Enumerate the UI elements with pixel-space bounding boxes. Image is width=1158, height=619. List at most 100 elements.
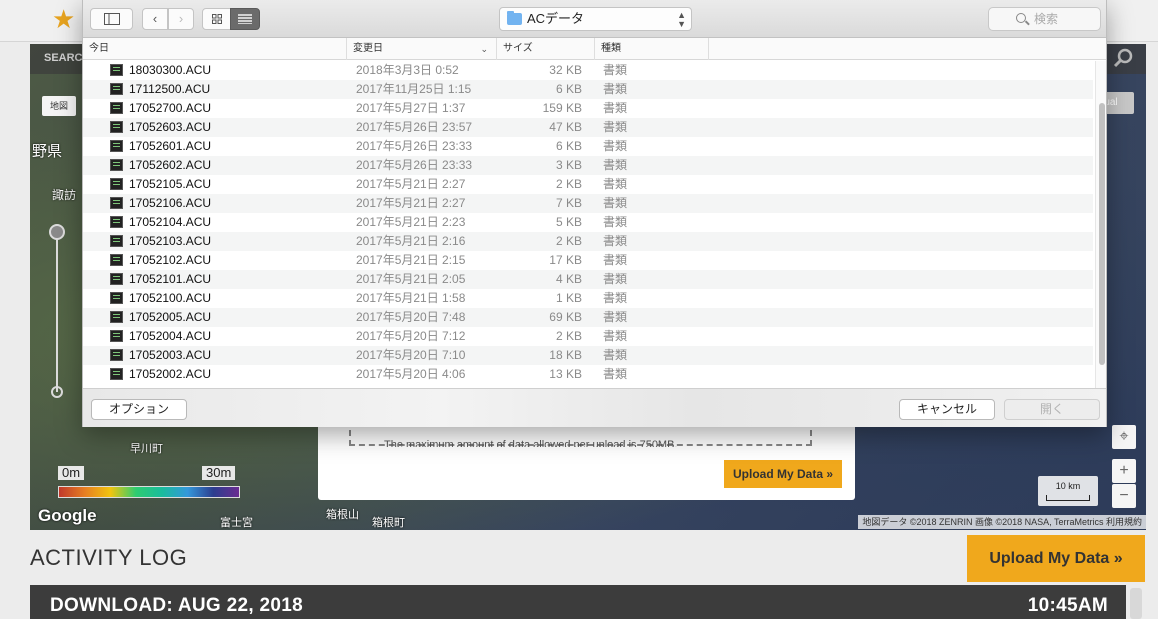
download-row[interactable]: DOWNLOAD: AUG 22, 2018 10:45AM: [30, 585, 1126, 619]
back-button[interactable]: ‹: [142, 8, 168, 30]
file-kind: 書類: [603, 310, 628, 324]
file-row[interactable]: 17052102.ACU 2017年5月21日 2:15 17 KB 書類: [83, 251, 1093, 270]
file-size: 17 KB: [549, 253, 582, 267]
file-name: 17052002.ACU: [129, 367, 212, 381]
open-button[interactable]: 開く: [1004, 399, 1100, 420]
chevron-left-icon: ‹: [152, 11, 158, 26]
map-zoom-handle[interactable]: [49, 224, 65, 240]
map-scale-label: 10 km: [1055, 481, 1081, 491]
search-placeholder: 検索: [1034, 12, 1059, 26]
document-icon: [110, 140, 123, 152]
file-row[interactable]: 17052002.ACU 2017年5月20日 4:06 13 KB 書類: [83, 365, 1093, 384]
file-name: 17052106.ACU: [129, 196, 212, 210]
file-name: 18030300.ACU: [129, 63, 212, 77]
file-modified-date: 2017年5月21日 2:05: [356, 272, 466, 286]
file-size: 2 KB: [555, 234, 582, 248]
file-modified-date: 2017年5月21日 2:27: [356, 177, 466, 191]
map-type-button[interactable]: 地図: [42, 96, 76, 116]
document-icon: [110, 121, 123, 133]
file-open-dialog: ‹ › ACデータ ▲ ▼ 検索 今日 変更日 ⌄ サイズ 種類 1803030…: [82, 0, 1107, 427]
file-rows: 18030300.ACU 2018年3月3日 0:52 32 KB 書類 1711250…: [83, 61, 1093, 384]
forward-button[interactable]: ›: [168, 8, 194, 30]
zoom-out-button[interactable]: −: [1112, 484, 1136, 508]
file-name: 17052602.ACU: [129, 158, 212, 172]
location-popup[interactable]: ACデータ ▲ ▼: [499, 7, 692, 31]
map-attribution: 地図データ ©2018 ZENRIN 画像 ©2018 NASA, TerraM…: [858, 515, 1146, 529]
column-header-name[interactable]: 今日: [83, 38, 347, 60]
file-row[interactable]: 17052003.ACU 2017年5月20日 7:10 18 KB 書類: [83, 346, 1093, 365]
file-row[interactable]: 17052601.ACU 2017年5月26日 23:33 6 KB 書類: [83, 137, 1093, 156]
page-scrollbar[interactable]: [1130, 588, 1142, 619]
download-time: 10:45AM: [1027, 595, 1108, 616]
map-place-label: 諏訪: [52, 188, 77, 202]
file-size: 13 KB: [549, 367, 582, 381]
file-kind: 書類: [603, 367, 628, 381]
file-kind: 書類: [603, 139, 628, 153]
file-name: 17112500.ACU: [129, 82, 211, 96]
file-modified-date: 2018年3月3日 0:52: [356, 63, 459, 77]
file-row[interactable]: 17052105.ACU 2017年5月21日 2:27 2 KB 書類: [83, 175, 1093, 194]
column-header-modified[interactable]: 変更日 ⌄: [347, 38, 497, 60]
file-list[interactable]: 今日 変更日 ⌄ サイズ 種類 18030300.ACU 2018年3月3日 0:…: [83, 38, 1106, 388]
upload-note: The maximum amount of data allowed per u…: [384, 439, 678, 447]
file-row[interactable]: 17052106.ACU 2017年5月21日 2:27 7 KB 書類: [83, 194, 1093, 213]
search-input[interactable]: 検索: [988, 7, 1101, 31]
file-kind: 書類: [603, 272, 628, 286]
file-name: 17052003.ACU: [129, 348, 212, 362]
file-row[interactable]: 17052101.ACU 2017年5月21日 2:05 4 KB 書類: [83, 270, 1093, 289]
file-size: 3 KB: [555, 158, 582, 172]
document-icon: [110, 292, 123, 304]
file-row[interactable]: 17052700.ACU 2017年5月27日 1:37 159 KB 書類: [83, 99, 1093, 118]
file-kind: 書類: [603, 82, 628, 96]
file-row[interactable]: 17052602.ACU 2017年5月26日 23:33 3 KB 書類: [83, 156, 1093, 175]
zoom-in-button[interactable]: +: [1112, 459, 1136, 483]
document-icon: [110, 216, 123, 228]
file-row[interactable]: 17052005.ACU 2017年5月20日 7:48 69 KB 書類: [83, 308, 1093, 327]
legend-max-label: 30m: [202, 466, 236, 480]
scrollbar-thumb[interactable]: [1099, 103, 1105, 365]
file-row[interactable]: 17052104.ACU 2017年5月21日 2:23 5 KB 書類: [83, 213, 1093, 232]
document-icon: [110, 273, 123, 285]
list-icon: [238, 14, 252, 25]
cancel-button[interactable]: キャンセル: [899, 399, 995, 420]
site-logo-icon[interactable]: ★: [52, 4, 82, 34]
map-zoom-end: [51, 386, 63, 398]
column-header-size[interactable]: サイズ: [497, 38, 595, 60]
column-header-size-label: サイズ: [503, 43, 533, 54]
file-kind: 書類: [603, 177, 628, 191]
column-header-kind[interactable]: 種類: [595, 38, 709, 60]
map-scale: 10 km: [1038, 476, 1098, 506]
list-view-button[interactable]: [230, 8, 260, 30]
file-row[interactable]: 18030300.ACU 2018年3月3日 0:52 32 KB 書類: [83, 61, 1093, 80]
map-place-label: 早川町: [130, 443, 163, 455]
map-zoom-slider[interactable]: [56, 226, 58, 392]
file-kind: 書類: [603, 120, 628, 134]
file-row[interactable]: 17052100.ACU 2017年5月21日 1:58 1 KB 書類: [83, 289, 1093, 308]
file-row[interactable]: 17052603.ACU 2017年5月26日 23:57 47 KB 書類: [83, 118, 1093, 137]
file-modified-date: 2017年5月21日 2:16: [356, 234, 466, 248]
file-size: 4 KB: [555, 272, 582, 286]
file-modified-date: 2017年5月26日 23:33: [356, 139, 473, 153]
search-icon[interactable]: [1112, 47, 1134, 69]
locate-icon[interactable]: ⌖: [1112, 425, 1136, 449]
file-modified-date: 2017年5月20日 7:10: [356, 348, 466, 362]
upload-my-data-button[interactable]: Upload My Data »: [724, 460, 842, 488]
map-place-label: 箱根町: [372, 517, 405, 529]
file-size: 7 KB: [555, 196, 582, 210]
upload-my-data-button-large[interactable]: Upload My Data »: [967, 535, 1145, 582]
file-size: 6 KB: [555, 139, 582, 153]
document-icon: [110, 83, 123, 95]
document-icon: [110, 311, 123, 323]
options-button[interactable]: オプション: [91, 399, 187, 420]
file-list-scrollbar[interactable]: [1095, 61, 1106, 388]
file-row[interactable]: 17112500.ACU 2017年11月25日 1:15 6 KB 書類: [83, 80, 1093, 99]
legend-min-label: 0m: [58, 466, 85, 480]
file-size: 47 KB: [549, 120, 582, 134]
file-row[interactable]: 17052103.ACU 2017年5月21日 2:16 2 KB 書類: [83, 232, 1093, 251]
altitude-legend: 0m 30m: [52, 466, 242, 500]
file-row[interactable]: 17052004.ACU 2017年5月20日 7:12 2 KB 書類: [83, 327, 1093, 346]
dialog-toolbar: ‹ › ACデータ ▲ ▼ 検索: [83, 0, 1106, 38]
sidebar-toggle-button[interactable]: [90, 8, 133, 30]
document-icon: [110, 178, 123, 190]
icon-view-button[interactable]: [202, 8, 231, 30]
